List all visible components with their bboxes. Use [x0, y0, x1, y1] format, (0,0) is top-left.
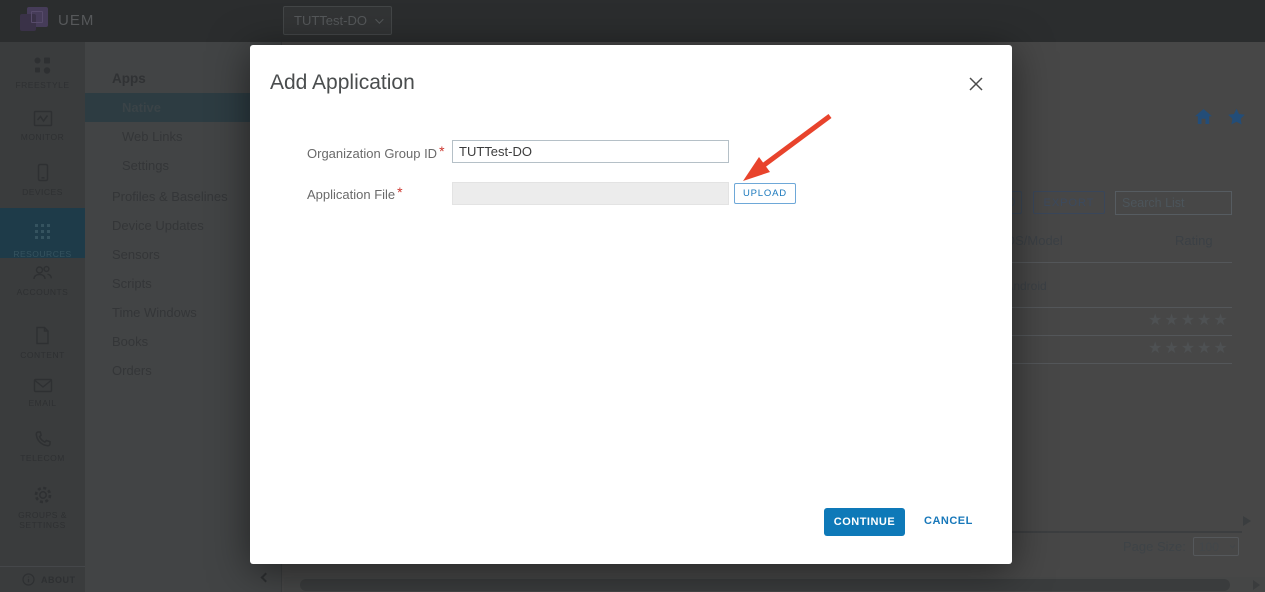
about-label: ABOUT: [41, 575, 76, 585]
column-header-rating: Rating: [1175, 233, 1213, 248]
nav-item-time-windows[interactable]: Time Windows: [112, 305, 197, 320]
next-page-icon[interactable]: [1243, 516, 1251, 526]
page-size-select[interactable]: 100: [1193, 537, 1239, 556]
devices-icon: [37, 163, 49, 182]
field-label-application-file: Application File*: [307, 186, 403, 202]
continue-button[interactable]: CONTINUE: [824, 508, 905, 536]
nav-item-device-updates[interactable]: Device Updates: [112, 218, 204, 233]
monitor-icon: [33, 110, 53, 127]
close-button[interactable]: [968, 76, 984, 92]
sidebar-item-telecom[interactable]: TELECOM: [0, 430, 85, 463]
phone-icon: [34, 430, 52, 448]
home-icon[interactable]: [1194, 108, 1213, 125]
field-label-text: Application File: [307, 187, 395, 202]
scroll-right-icon[interactable]: [1253, 580, 1260, 590]
nav-item-sensors[interactable]: Sensors: [112, 247, 160, 262]
organization-group-value: TUTTest-DO: [294, 13, 367, 28]
sidebar-item-label: FREESTYLE: [0, 80, 85, 90]
sidebar-item-groups-settings[interactable]: GROUPS & SETTINGS: [0, 485, 85, 530]
export-button[interactable]: EXPORT: [1033, 191, 1105, 214]
close-icon: [968, 76, 984, 92]
nav-section-apps[interactable]: Apps: [112, 71, 146, 86]
sidebar-item-freestyle[interactable]: FREESTYLE: [0, 56, 85, 90]
info-icon: [22, 573, 35, 586]
scrollbar-thumb[interactable]: [300, 579, 1230, 591]
sidebar-item-devices[interactable]: DEVICES: [0, 163, 85, 197]
sidebar-item-label: RESOURCES: [0, 249, 85, 259]
page-size-value: 100: [1199, 540, 1219, 554]
modal-title: Add Application: [270, 71, 415, 95]
nav-item-settings[interactable]: Settings: [122, 158, 169, 173]
primary-sidebar: FREESTYLE MONITOR DEVICES RESOURCES ACCO…: [0, 42, 85, 592]
field-label-text: Organization Group ID: [307, 146, 437, 161]
top-bar: UEM TUTTest-DO Add: [0, 0, 1265, 42]
sidebar-item-content[interactable]: CONTENT: [0, 326, 85, 360]
nav-item-profiles-baselines[interactable]: Profiles & Baselines: [112, 189, 228, 204]
accounts-icon: [32, 264, 53, 282]
workspace-one-logo-icon: [20, 7, 48, 33]
freestyle-icon: [33, 56, 52, 75]
sidebar-item-monitor[interactable]: MONITOR: [0, 110, 85, 142]
favorite-star-icon[interactable]: [1227, 108, 1246, 126]
sidebar-item-label: CONTENT: [0, 350, 85, 360]
chevron-left-icon: [261, 573, 271, 583]
sidebar-item-email[interactable]: EMAIL: [0, 378, 85, 408]
sidebar-item-accounts[interactable]: ACCOUNTS: [0, 264, 85, 297]
sidebar-item-label: DEVICES: [0, 187, 85, 197]
required-marker: *: [439, 143, 444, 159]
rating-stars[interactable]: [1148, 338, 1230, 357]
organization-group-dropdown[interactable]: TUTTest-DO: [283, 6, 392, 35]
collapse-sidebar-button[interactable]: [262, 568, 269, 586]
required-marker: *: [397, 184, 402, 200]
nav-item-scripts[interactable]: Scripts: [112, 276, 152, 291]
uem-console-screen: UEM TUTTest-DO Add: [0, 0, 1265, 592]
sidebar-item-label: MONITOR: [0, 132, 85, 142]
about-button[interactable]: ABOUT: [0, 566, 85, 592]
sidebar-item-resources[interactable]: RESOURCES: [0, 208, 85, 258]
chevron-down-icon: [1229, 542, 1235, 548]
column-header-os-model: OS/Model: [1005, 233, 1063, 248]
document-icon: [35, 326, 50, 345]
resources-icon: [35, 224, 38, 227]
sidebar-item-label: ACCOUNTS: [0, 287, 85, 297]
nav-item-orders[interactable]: Orders: [112, 363, 152, 378]
envelope-icon: [33, 378, 53, 393]
sidebar-item-label: GROUPS & SETTINGS: [13, 510, 73, 530]
upload-button[interactable]: UPLOAD: [734, 183, 796, 204]
cancel-button[interactable]: CANCEL: [924, 515, 973, 527]
organization-group-id-input[interactable]: [452, 140, 729, 163]
add-application-modal: Add Application Organization Group ID* A…: [250, 45, 1012, 564]
page-size-label: Page Size:: [1123, 539, 1186, 554]
chevron-down-icon: [375, 15, 383, 23]
nav-item-web-links[interactable]: Web Links: [122, 129, 182, 144]
field-label-organization-group-id: Organization Group ID*: [307, 145, 445, 161]
application-file-input: [452, 182, 729, 205]
brand-label: UEM: [58, 12, 94, 29]
sidebar-item-label: TELECOM: [0, 453, 85, 463]
rating-stars[interactable]: [1148, 310, 1230, 329]
search-list-input[interactable]: [1115, 191, 1232, 215]
horizontal-scrollbar[interactable]: [284, 577, 1265, 592]
nav-item-books[interactable]: Books: [112, 334, 148, 349]
brand[interactable]: UEM: [20, 7, 94, 33]
sidebar-item-label: EMAIL: [0, 398, 85, 408]
gear-icon: [33, 485, 53, 505]
nav-item-label: Native: [122, 100, 161, 115]
